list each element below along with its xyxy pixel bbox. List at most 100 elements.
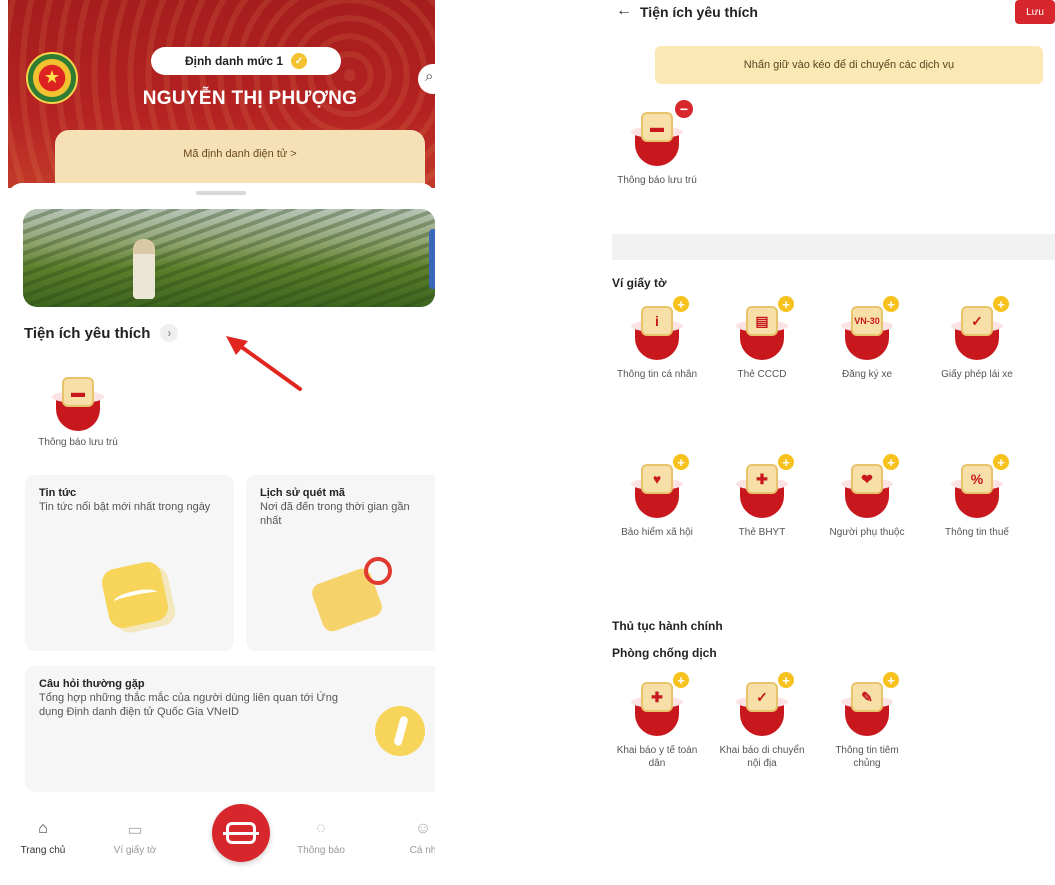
service-label: Đăng ký xe <box>841 369 893 380</box>
residence-notice-icon: ▬ <box>42 371 114 433</box>
service-label: Bảo hiểm xã hội <box>621 527 693 538</box>
admin-section-title: Thủ tục hành chính <box>612 619 723 633</box>
service-dependents[interactable]: ❤ + Người phụ thuộc <box>822 454 912 539</box>
back-arrow-icon[interactable]: ← <box>616 2 632 20</box>
exclamation-illustration-icon <box>375 706 425 756</box>
top-bar: ← Tiện ích yêu thích Lưu <box>612 0 1055 30</box>
scan-icon <box>223 822 259 844</box>
remove-icon[interactable]: − <box>675 100 693 118</box>
residence-notice-icon: ▬ − <box>621 100 693 168</box>
national-emblem-icon: ★ <box>26 52 78 104</box>
faq-description: Tổng hợp những thắc mắc của người dùng l… <box>39 692 338 718</box>
scan-history-title: Lịch sử quét mã <box>260 487 345 499</box>
service-vaccination-info[interactable]: ✎ + Thông tin tiêm chủng <box>822 672 912 770</box>
selected-service-residence[interactable]: ▬ − Thông báo lưu trú <box>612 100 702 187</box>
nav-wallet-label: Ví giấy tờ <box>113 845 157 856</box>
add-icon[interactable]: + <box>673 672 689 688</box>
location-check-icon: ✓ + <box>726 672 798 738</box>
selected-favorites: ▬ − Thông báo lưu trú <box>612 100 1055 234</box>
home-icon: ⌂ <box>38 820 48 837</box>
chevron-right-icon[interactable]: › <box>160 324 179 342</box>
add-icon[interactable]: + <box>993 454 1009 470</box>
user-icon: ☺ <box>414 820 432 837</box>
banner-person-figure <box>133 239 155 299</box>
favorite-service-label: Thông báo lưu trú <box>38 437 118 448</box>
add-icon[interactable]: + <box>673 296 689 312</box>
nav-wallet[interactable]: ▭ Ví giấy tờ <box>100 820 170 856</box>
service-domestic-travel[interactable]: ✓ + Khai báo di chuyển nội địa <box>717 672 807 770</box>
service-health-insurance[interactable]: ✚ + Thẻ BHYT <box>717 454 807 539</box>
drag-handle[interactable] <box>196 191 246 195</box>
service-citizen-id[interactable]: ▤ + Thẻ CCCD <box>717 296 807 381</box>
bottom-navigation: ⌂ Trang chủ ▭ Ví giấy tờ ◌ Thông báo ☺ C… <box>8 802 435 885</box>
favorite-service-residence[interactable]: ▬ Thông báo lưu trú <box>18 371 138 448</box>
service-label: Thông tin thuế <box>945 527 1009 538</box>
nav-profile-label: Cá nh <box>409 845 435 856</box>
service-label: Người phụ thuộc <box>829 527 905 538</box>
plate-text: VN-30 <box>851 306 883 336</box>
add-icon[interactable]: + <box>883 296 899 312</box>
add-icon[interactable]: + <box>883 454 899 470</box>
add-icon[interactable]: + <box>778 296 794 312</box>
nav-home[interactable]: ⌂ Trang chủ <box>8 820 78 856</box>
nav-home-label: Trang chủ <box>20 845 66 856</box>
home-sheet: Tiện ích yêu thích › ▬ Thông báo lưu trú… <box>8 183 435 885</box>
service-label: Khai báo y tế toàn dân <box>616 745 698 769</box>
service-label: Thông tin cá nhân <box>616 369 698 380</box>
wallet-section-title: Ví giấy tờ <box>612 276 667 290</box>
scan-history-card[interactable]: Lịch sử quét mã Nơi đã đến trong thời gi… <box>246 475 435 651</box>
personal-info-icon: i + <box>621 296 693 362</box>
wallet-icon: ▭ <box>127 822 143 839</box>
service-social-insurance[interactable]: ♥ + Bảo hiểm xã hội <box>612 454 702 539</box>
add-icon[interactable]: + <box>883 672 899 688</box>
service-label: Thông tin tiêm chủng <box>835 745 899 769</box>
service-tax-info[interactable]: % + Thông tin thuế <box>932 454 1022 539</box>
verified-check-icon: ✓ <box>291 53 308 69</box>
shield-cross-icon: ✚ + <box>726 454 798 520</box>
service-label: Khai báo di chuyển nội địa <box>719 745 805 769</box>
house-heart-icon: ♥ + <box>621 454 693 520</box>
news-description: Tin tức nổi bật mới nhất trong ngày <box>39 501 211 513</box>
qr-scan-button[interactable] <box>212 804 270 862</box>
news-illustration-icon <box>99 559 171 631</box>
home-screen: ★ Định danh mức 1 ✓ ⌕ NGUYỄN THỊ PHƯỢNG … <box>8 0 435 885</box>
search-icon: ⌕ <box>425 68 434 85</box>
bell-icon: ◌ <box>316 820 326 837</box>
syringe-icon: ✎ + <box>831 672 903 738</box>
add-icon[interactable]: + <box>778 454 794 470</box>
service-label: Thẻ BHYT <box>738 527 786 538</box>
favorites-heading[interactable]: Tiện ích yêu thích › <box>24 324 179 342</box>
identity-level-label: Định danh mức 1 <box>184 54 284 68</box>
news-title: Tin tức <box>39 487 77 499</box>
news-card[interactable]: Tin tức Tin tức nổi bật mới nhất trong n… <box>25 475 234 651</box>
promo-banner[interactable] <box>23 209 435 307</box>
save-button[interactable]: Lưu <box>1015 0 1055 24</box>
service-vehicle-registration[interactable]: VN-30 + Đăng ký xe <box>822 296 912 381</box>
tax-document-icon: % + <box>941 454 1013 520</box>
nav-notifications[interactable]: ◌ Thông báo <box>286 820 356 856</box>
scan-history-description: Nơi đã đến trong thời gian gần nhất <box>260 501 410 527</box>
add-icon[interactable]: + <box>993 296 1009 312</box>
user-name: NGUYỄN THỊ PHƯỢNG <box>142 88 358 109</box>
digital-id-link[interactable]: Mã định danh điện tử > <box>55 130 425 190</box>
favorites-title: Tiện ích yêu thích <box>24 324 151 342</box>
service-driving-license[interactable]: ✓ + Giấy phép lái xe <box>932 296 1022 381</box>
add-icon[interactable]: + <box>778 672 794 688</box>
faq-card[interactable]: Câu hỏi thường gặp Tổng hợp những thắc m… <box>25 666 435 792</box>
epidemic-section-title: Phòng chống dịch <box>612 646 717 660</box>
service-label: Thông báo lưu trú <box>617 175 697 186</box>
red-arrow-annotation-icon <box>226 336 302 391</box>
add-icon[interactable]: + <box>673 454 689 470</box>
nav-profile[interactable]: ☺ Cá nh <box>388 820 435 856</box>
magnifier-icon <box>364 557 392 585</box>
driving-license-icon: ✓ + <box>941 296 1013 362</box>
family-hands-icon: ❤ + <box>831 454 903 520</box>
identity-level-badge[interactable]: Định danh mức 1 ✓ <box>151 47 341 75</box>
service-label: Thẻ CCCD <box>737 369 787 380</box>
service-personal-info[interactable]: i + Thông tin cá nhân <box>612 296 702 381</box>
banner-next-slide <box>429 229 435 289</box>
drag-hint-banner: Nhấn giữ vào kéo để di chuyển các dịch v… <box>655 46 1043 84</box>
id-card-icon: ▤ + <box>726 296 798 362</box>
service-health-declaration[interactable]: ✚ + Khai báo y tế toàn dân <box>612 672 702 770</box>
section-divider <box>612 234 1055 260</box>
